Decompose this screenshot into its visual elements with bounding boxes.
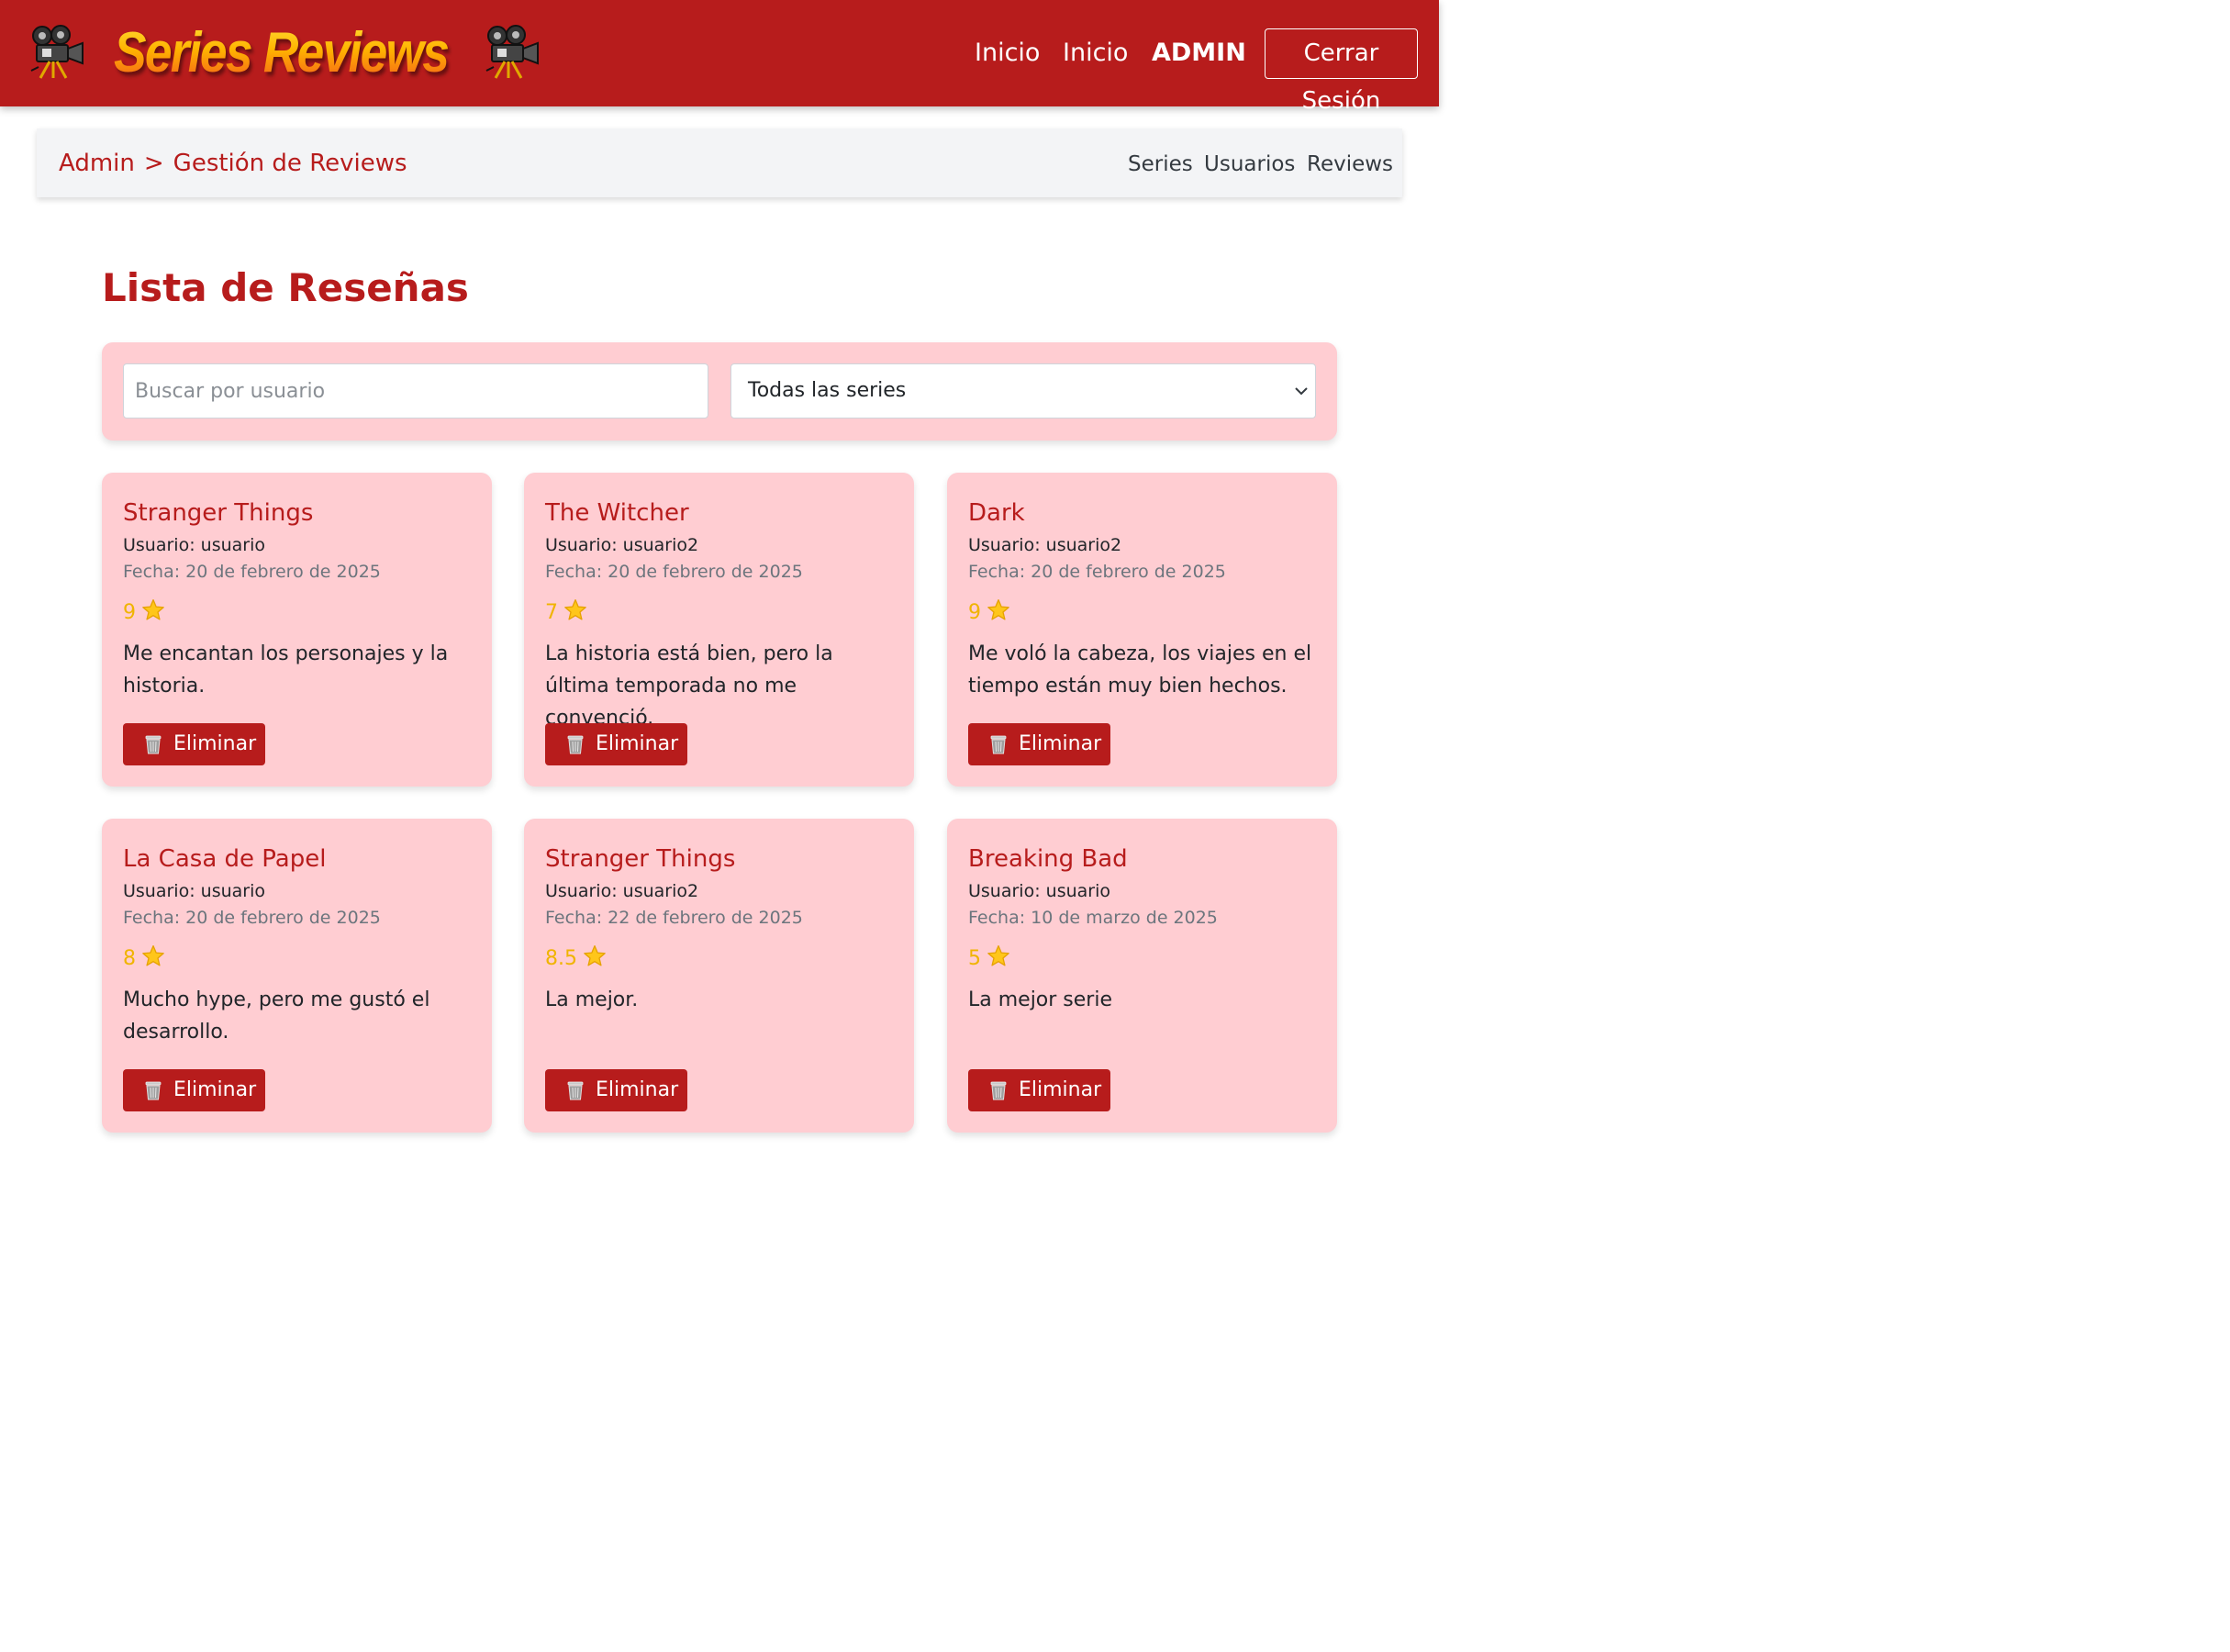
series-select[interactable]: Todas las series bbox=[730, 363, 1316, 419]
admin-subnav: Admin > Gestión de Reviews Series Usuarios… bbox=[37, 128, 1402, 197]
chevron-down-icon bbox=[1295, 387, 1308, 396]
page-title: Lista de Reseñas bbox=[102, 265, 469, 310]
trash-icon bbox=[145, 735, 162, 754]
review-user: Usuario: usuario2 bbox=[545, 881, 699, 901]
review-rating: 8.5 bbox=[545, 944, 607, 973]
search-user-input[interactable] bbox=[123, 363, 708, 419]
review-card: Breaking Bad Usuario: usuario Fecha: 10 de… bbox=[947, 819, 1337, 1133]
review-comment: Me voló la cabeza, los viajes en el tiem… bbox=[968, 642, 1312, 698]
review-card: La Casa de Papel Usuario: usuario Fecha: 2… bbox=[102, 819, 492, 1133]
review-rating: 9 bbox=[123, 598, 165, 627]
review-comment: Mucho hype, pero me gustó el desarrollo. bbox=[123, 988, 430, 1044]
review-user: Usuario: usuario2 bbox=[545, 535, 699, 555]
breadcrumb-admin[interactable]: Admin bbox=[59, 150, 135, 177]
review-date: Fecha: 20 de febrero de 2025 bbox=[545, 562, 803, 582]
trash-icon bbox=[990, 735, 1007, 754]
review-card: Stranger Things Usuario: usuario2 Fecha: 2… bbox=[524, 819, 914, 1133]
review-series-title: Breaking Bad bbox=[968, 845, 1128, 873]
star-icon bbox=[987, 944, 1009, 966]
delete-review-button[interactable]: Eliminar bbox=[123, 1069, 265, 1111]
filter-panel: Todas las series bbox=[102, 342, 1337, 441]
trash-icon bbox=[567, 735, 584, 754]
delete-review-button[interactable]: Eliminar bbox=[545, 723, 687, 765]
review-card: The Witcher Usuario: usuario2 Fecha: 20 de… bbox=[524, 473, 914, 787]
subnav-series-link[interactable]: Series bbox=[1128, 149, 1193, 180]
review-rating-value: 9 bbox=[968, 601, 981, 624]
review-comment: La mejor. bbox=[545, 988, 639, 1011]
review-rating: 8 bbox=[123, 944, 165, 973]
review-user: Usuario: usuario bbox=[123, 881, 265, 901]
nav-admin-link[interactable]: ADMIN bbox=[1152, 35, 1246, 72]
review-date: Fecha: 10 de marzo de 2025 bbox=[968, 908, 1218, 928]
brand-title[interactable]: Series Reviews bbox=[114, 18, 450, 88]
review-user: Usuario: usuario2 bbox=[968, 535, 1122, 555]
delete-review-button[interactable]: Eliminar bbox=[123, 723, 265, 765]
review-card: Dark Usuario: usuario2 Fecha: 20 de febrer… bbox=[947, 473, 1337, 787]
review-date: Fecha: 20 de febrero de 2025 bbox=[123, 562, 381, 582]
subnav-usuarios-link[interactable]: Usuarios bbox=[1204, 149, 1295, 180]
review-date: Fecha: 20 de febrero de 2025 bbox=[123, 908, 381, 928]
review-user: Usuario: usuario bbox=[968, 881, 1110, 901]
star-icon bbox=[142, 598, 164, 620]
review-rating-value: 8 bbox=[123, 947, 136, 970]
delete-button-label: Eliminar bbox=[596, 1078, 679, 1101]
review-rating-value: 7 bbox=[545, 601, 558, 624]
delete-button-label: Eliminar bbox=[173, 732, 257, 755]
review-rating-value: 5 bbox=[968, 947, 981, 970]
delete-button-label: Eliminar bbox=[596, 732, 679, 755]
movie-camera-icon bbox=[485, 25, 539, 79]
delete-button-label: Eliminar bbox=[1019, 732, 1102, 755]
delete-button-label: Eliminar bbox=[173, 1078, 257, 1101]
breadcrumb: Admin > Gestión de Reviews bbox=[59, 147, 407, 180]
delete-button-label: Eliminar bbox=[1019, 1078, 1102, 1101]
review-comment: La historia está bien, pero la última te… bbox=[545, 642, 833, 730]
movie-camera-icon bbox=[30, 25, 84, 79]
review-user: Usuario: usuario bbox=[123, 535, 265, 555]
trash-icon bbox=[990, 1081, 1007, 1100]
review-series-title: La Casa de Papel bbox=[123, 845, 327, 873]
review-comment: Me encantan los personajes y la historia… bbox=[123, 642, 449, 698]
review-rating: 9 bbox=[968, 598, 1010, 627]
review-date: Fecha: 20 de febrero de 2025 bbox=[968, 562, 1226, 582]
review-card: Stranger Things Usuario: usuario Fecha: 20… bbox=[102, 473, 492, 787]
delete-review-button[interactable]: Eliminar bbox=[545, 1069, 687, 1111]
delete-review-button[interactable]: Eliminar bbox=[968, 1069, 1110, 1111]
star-icon bbox=[142, 944, 164, 966]
review-comment: La mejor serie bbox=[968, 988, 1112, 1011]
trash-icon bbox=[567, 1081, 584, 1100]
review-rating: 5 bbox=[968, 944, 1010, 973]
review-series-title: Stranger Things bbox=[123, 499, 314, 527]
star-icon bbox=[987, 598, 1009, 620]
review-series-title: The Witcher bbox=[545, 499, 689, 527]
nav-inicio-link[interactable]: Inicio bbox=[975, 35, 1040, 72]
top-navbar: Series Reviews Inicio Inicio ADMIN Cerra… bbox=[0, 0, 1439, 115]
logout-button[interactable]: Cerrar Sesión bbox=[1265, 28, 1418, 115]
star-icon bbox=[584, 944, 606, 966]
review-date: Fecha: 22 de febrero de 2025 bbox=[545, 908, 803, 928]
review-series-title: Stranger Things bbox=[545, 845, 736, 873]
review-series-title: Dark bbox=[968, 499, 1025, 527]
series-select-value: Todas las series bbox=[748, 379, 907, 402]
review-rating-value: 8.5 bbox=[545, 947, 577, 970]
trash-icon bbox=[145, 1081, 162, 1100]
breadcrumb-separator: > bbox=[143, 150, 164, 177]
nav-inicio-link-2[interactable]: Inicio bbox=[1063, 35, 1128, 72]
breadcrumb-current: Gestión de Reviews bbox=[173, 150, 407, 177]
review-rating: 7 bbox=[545, 598, 587, 627]
star-icon bbox=[564, 598, 586, 620]
delete-review-button[interactable]: Eliminar bbox=[968, 723, 1110, 765]
review-rating-value: 9 bbox=[123, 601, 136, 624]
subnav-reviews-link[interactable]: Reviews bbox=[1307, 149, 1393, 180]
